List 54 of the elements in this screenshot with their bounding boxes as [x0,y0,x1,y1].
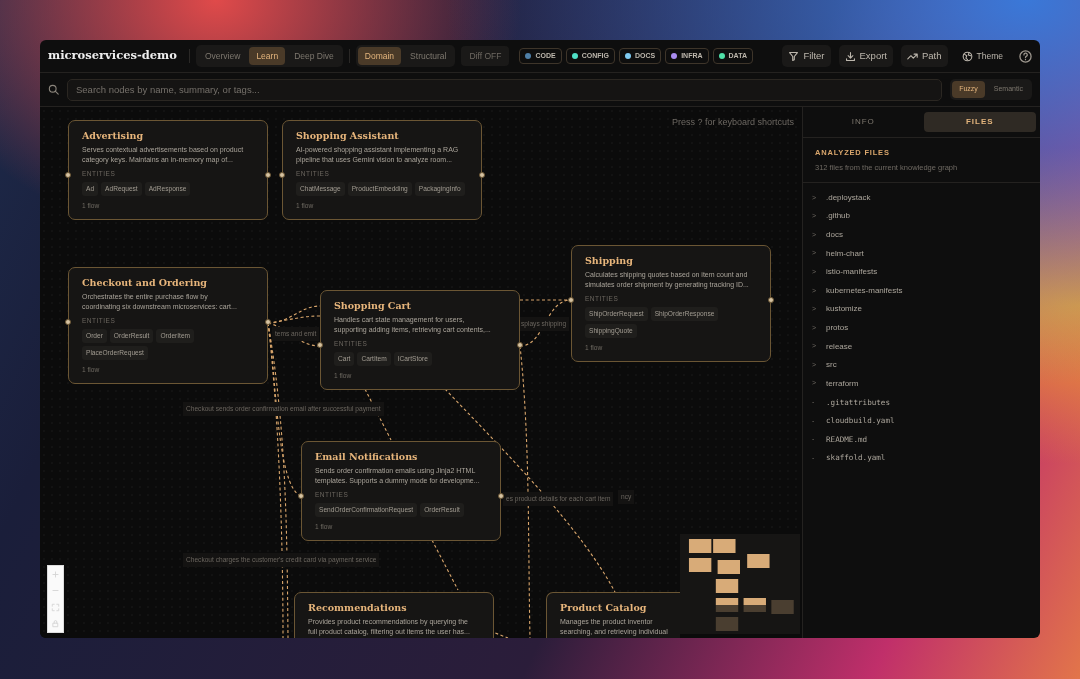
port-dot [279,172,285,178]
toolbar-button[interactable]: Export [838,44,893,68]
node-title: Email Notifications [315,451,419,463]
fit-view-icon[interactable] [51,602,60,612]
sidebar-tab[interactable]: INFO [807,112,920,132]
node-title: Shopping Cart [334,300,412,312]
globe-icon [961,50,973,62]
funnel-icon [788,50,800,62]
folder-item[interactable]: release [826,340,853,353]
folder-item[interactable]: .deploystack [826,191,871,204]
trend-arrow-icon [907,50,918,62]
lens-mode-tab[interactable]: Domain [357,46,402,66]
port-dot [265,319,271,325]
app-title: microservices-demo [48,47,177,65]
toolbar-button[interactable]: Filter [782,44,831,68]
port-dot [298,493,304,499]
node-title: Recommendations [308,602,408,614]
sidebar-tab[interactable]: FILES [923,112,1036,132]
folder-item[interactable]: helm-chart [826,247,864,260]
search-icon [48,84,59,95]
download-icon [844,50,856,62]
port-dot [768,297,774,303]
port-dot [317,342,323,348]
port-dot [65,172,71,178]
folder-item[interactable]: src [826,359,837,372]
folder-item[interactable]: docs [826,229,843,241]
folder-item[interactable]: protos [826,321,849,334]
lock-icon[interactable] [51,619,60,629]
node-title: Advertising [82,130,145,142]
node-title: Product Catalog [560,602,648,614]
port-dot [498,493,504,499]
search-field[interactable]: Search nodes by name, summary, or tags... [67,78,943,101]
folder-item[interactable]: kubernetes-manifests [826,284,903,297]
help-icon[interactable] [1019,49,1032,63]
port-dot [479,172,485,178]
folder-item[interactable]: terraform [826,377,859,390]
node-title: Shopping Assistant [296,130,400,142]
port-dot [517,342,523,348]
zoom-in-icon[interactable] [51,569,60,579]
port-dot [65,319,71,325]
view-mode-tab[interactable]: Learn [249,46,286,66]
folder-item[interactable]: .github [826,210,851,223]
lens-mode-tab[interactable]: Structural [403,46,454,66]
toolbar-button[interactable]: Path [901,44,948,68]
port-dot [265,172,271,178]
shortcut-hint: Press ? for keyboard shortcuts [671,116,794,129]
view-mode-tab[interactable]: Deep Dive [287,46,341,66]
node-title: Checkout and Ordering [82,277,208,289]
node-title: Shipping [585,255,634,267]
toolbar-button[interactable]: Theme [955,45,1009,67]
view-mode-tab[interactable]: Overview [197,46,248,66]
folder-item[interactable]: istio-manifests [826,266,878,279]
port-dot [568,297,574,303]
folder-item[interactable]: kustomize [826,303,862,316]
